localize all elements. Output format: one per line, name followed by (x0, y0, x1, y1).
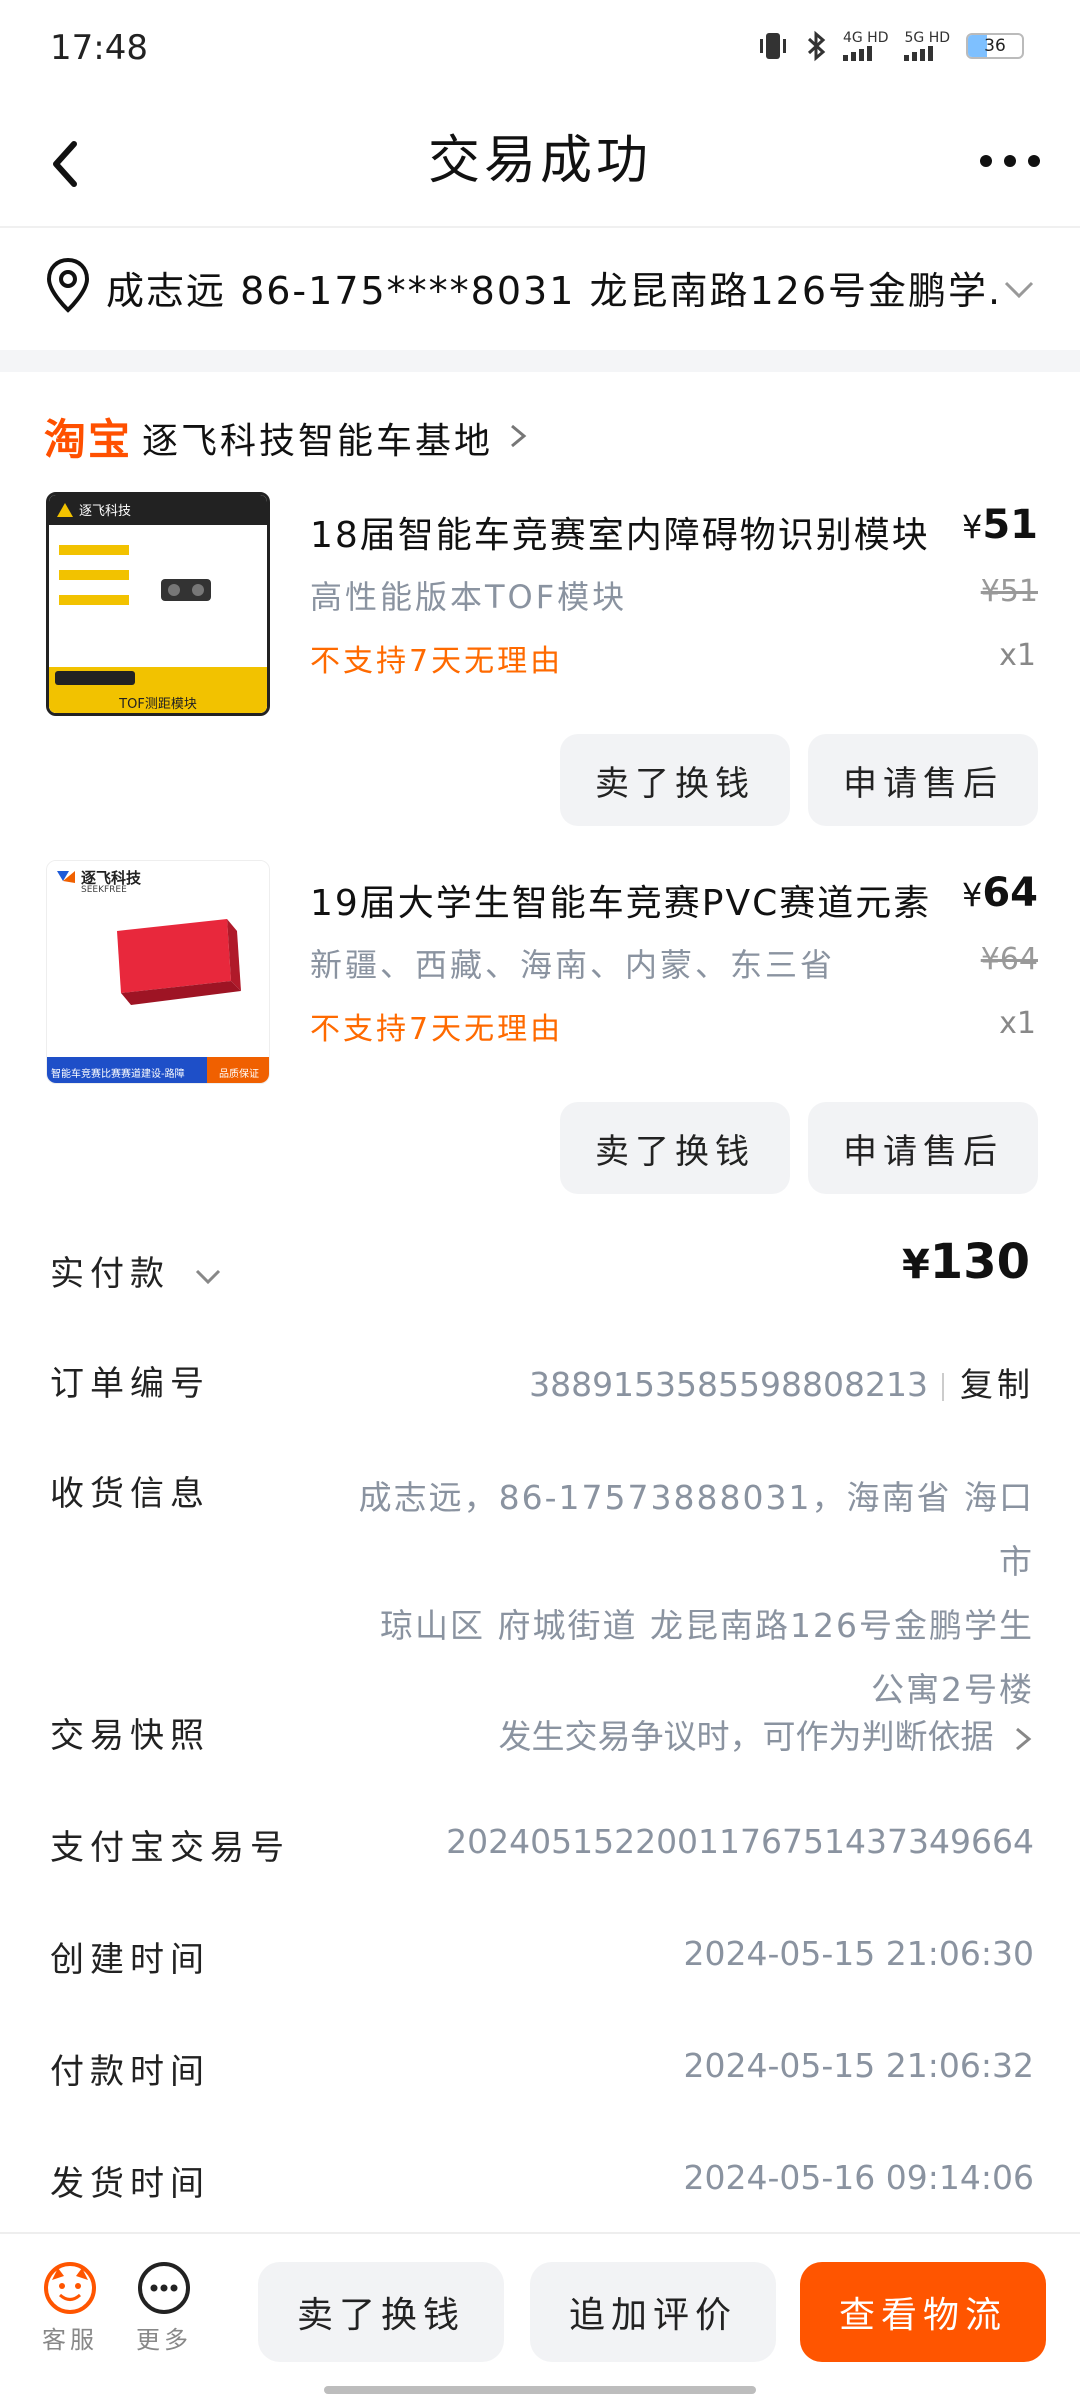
thumbnail-badge: 品质保证 (219, 1069, 259, 1080)
address-summary: 成志远 86-175****8031 龙昆南路126号金鹏学... (106, 269, 996, 313)
receiver-info-label: 收货信息 (50, 1474, 210, 1514)
signal-5g: 5G HD (904, 31, 952, 61)
order-number-label: 订单编号 (50, 1364, 210, 1404)
customer-service-label: 客服 (42, 2326, 98, 2354)
location-pin-icon (46, 257, 90, 313)
created-time-row: 创建时间 2024-05-15 21:06:30 (0, 1912, 1080, 2002)
thumbnail-brand: 逐飞科技 (79, 504, 132, 519)
more-actions-button[interactable]: 更多 (114, 2260, 214, 2355)
customer-service-icon (44, 2262, 96, 2314)
section-divider (0, 350, 1080, 372)
tof-module-image (49, 495, 267, 713)
shipped-time-label: 发货时间 (50, 2164, 210, 2204)
more-icon[interactable] (978, 146, 1042, 176)
item-price: ¥51 (961, 502, 1038, 548)
battery-icon: 36 (966, 33, 1024, 59)
item-title[interactable]: 18届智能车竞赛室内障碍物识别模块 (310, 506, 940, 558)
add-review-button[interactable]: 追加评价 (530, 2262, 776, 2362)
paid-amount-label: 实付款 (50, 1246, 223, 1295)
return-policy-note: 不支持7天无理由 (310, 1012, 564, 1047)
trade-snapshot-row[interactable]: 交易快照 发生交易争议时，可作为判断依据 (0, 1688, 1080, 1778)
shop-header[interactable]: 淘宝 逐飞科技智能车基地 (0, 396, 1080, 476)
status-bar: 17:48 4G HD 5G HD 36 (0, 0, 1080, 96)
item-quantity: x1 (999, 638, 1036, 673)
sell-for-cash-button[interactable]: 卖了换钱 (258, 2262, 504, 2362)
view-logistics-button[interactable]: 查看物流 (800, 2262, 1046, 2362)
shipped-time-row: 发货时间 2024-05-16 09:14:06 (0, 2136, 1080, 2226)
paid-time-label: 付款时间 (50, 2052, 210, 2092)
receiver-info-value: 成志远，86-17573888031，海南省 海口市 琼山区 府城街道 龙昆南路… (358, 1478, 1034, 1709)
item-price: ¥64 (961, 870, 1038, 916)
home-indicator[interactable] (324, 2386, 756, 2394)
bluetooth-icon (807, 30, 826, 62)
vibrate-icon (759, 33, 786, 59)
thumbnail-caption: TOF测距模块 (119, 697, 197, 712)
chevron-down-icon[interactable] (193, 1264, 223, 1288)
thumbnail-brand-en: SEEKFREE (81, 885, 127, 895)
request-after-sale-button[interactable]: 申请售后 (808, 734, 1038, 826)
shipped-time-value: 2024-05-16 09:14:06 (683, 2158, 1034, 2197)
paid-time-value: 2024-05-15 21:06:32 (683, 2046, 1034, 2085)
paid-amount-row[interactable]: 实付款 ¥130 (0, 1226, 1080, 1316)
thumbnail-caption: 智能车竞赛比赛赛道建设-路障 (51, 1069, 185, 1080)
sell-for-cash-button[interactable]: 卖了换钱 (560, 1102, 790, 1194)
customer-service-button[interactable]: 客服 (20, 2260, 120, 2355)
chevron-right-icon (1016, 1727, 1032, 1750)
alipay-trade-label: 支付宝交易号 (50, 1828, 290, 1868)
trade-snapshot-value[interactable]: 发生交易争议时，可作为判断依据 (499, 1710, 1035, 1758)
item-original-price: ¥64 (980, 942, 1038, 977)
item-quantity: x1 (999, 1006, 1036, 1041)
paid-amount: ¥130 (901, 1234, 1030, 1290)
paid-time-row: 付款时间 2024-05-15 21:06:32 (0, 2024, 1080, 2114)
signal-4g: 4G HD (842, 31, 891, 61)
battery-level: 36 (984, 36, 1006, 56)
page-title: 交易成功 (427, 131, 652, 191)
chevron-right-icon (511, 424, 527, 448)
item-spec: 新疆、西藏、海南、内蒙、东三省 (310, 946, 836, 984)
bottom-action-bar: 客服 更多 卖了换钱 追加评价 查看物流 (0, 2232, 1080, 2400)
alipay-trade-row: 支付宝交易号 2024051522001176751437349664 (0, 1800, 1080, 1890)
nav-bar: 交易成功 (0, 96, 1080, 228)
order-item[interactable]: 逐飞科技 SEEKFREE 智能车竞赛比赛赛道建设-路障 品质保证 19届大学生… (0, 860, 1080, 1200)
more-circle-icon (138, 2262, 190, 2314)
item-spec: 高性能版本TOF模块 (310, 578, 628, 616)
order-detail-page: 17:48 4G HD 5G HD 36 交易成功 成志远 86-175****… (0, 0, 1080, 2400)
status-time: 17:48 (50, 28, 148, 68)
divider (942, 1372, 944, 1401)
product-thumbnail[interactable]: TOF测距模块 逐飞科技 (46, 492, 270, 716)
order-number-row: 订单编号 3889153585598808213 复制 (0, 1336, 1080, 1426)
product-thumbnail[interactable]: 逐飞科技 SEEKFREE 智能车竞赛比赛赛道建设-路障 品质保证 (46, 860, 270, 1084)
return-policy-note: 不支持7天无理由 (310, 644, 564, 679)
created-time-label: 创建时间 (50, 1940, 210, 1980)
chevron-down-icon[interactable] (1002, 272, 1036, 306)
status-icons: 4G HD 5G HD 36 (755, 30, 1024, 62)
item-original-price: ¥51 (980, 574, 1038, 609)
taobao-logo: 淘宝 (44, 415, 133, 464)
shop-name[interactable]: 逐飞科技智能车基地 (142, 412, 493, 464)
order-number-value: 3889153585598808213 复制 (529, 1365, 1034, 1404)
trade-snapshot-label: 交易快照 (50, 1716, 210, 1756)
alipay-trade-value: 2024051522001176751437349664 (446, 1822, 1034, 1861)
receiver-info-row: 收货信息 成志远，86-17573888031，海南省 海口市 琼山区 府城街道… (0, 1446, 1080, 1709)
item-title[interactable]: 19届大学生智能车竞赛PVC赛道元素 (310, 874, 940, 926)
created-time-value: 2024-05-15 21:06:30 (683, 1934, 1034, 1973)
more-label: 更多 (136, 2326, 192, 2354)
shipping-address-bar[interactable]: 成志远 86-175****8031 龙昆南路126号金鹏学... (0, 230, 1080, 348)
order-item[interactable]: TOF测距模块 逐飞科技 18届智能车竞赛室内障碍物识别模块 ¥51 高性能版本… (0, 492, 1080, 832)
request-after-sale-button[interactable]: 申请售后 (808, 1102, 1038, 1194)
copy-button[interactable]: 复制 (960, 1365, 1034, 1404)
sell-for-cash-button[interactable]: 卖了换钱 (560, 734, 790, 826)
